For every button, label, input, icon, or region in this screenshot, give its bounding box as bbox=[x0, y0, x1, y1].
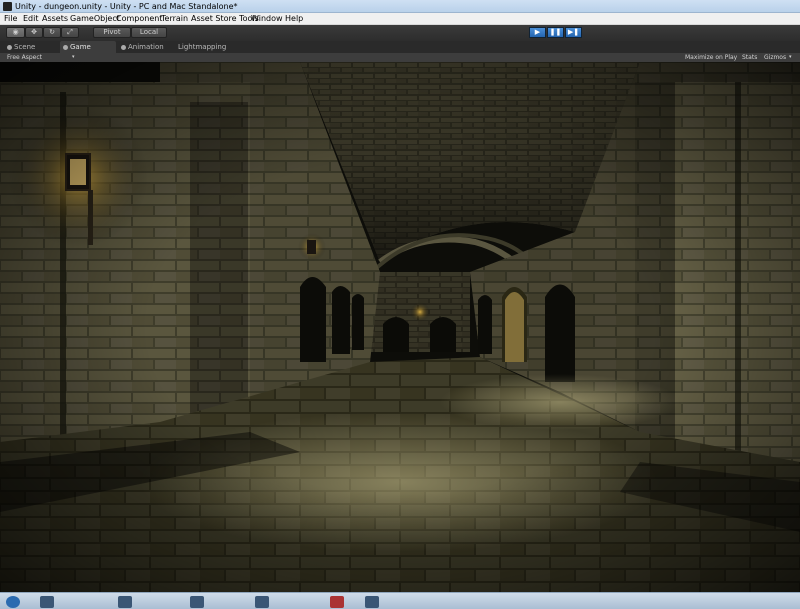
tab-scene-label: Scene bbox=[14, 43, 36, 51]
os-taskbar bbox=[0, 592, 800, 609]
taskbar-app-icon[interactable] bbox=[330, 596, 344, 608]
stats-toggle[interactable]: Stats bbox=[742, 53, 757, 62]
taskbar-app-icon[interactable] bbox=[40, 596, 54, 608]
tab-scene[interactable]: Scene bbox=[4, 41, 38, 53]
taskbar-app-icon[interactable] bbox=[255, 596, 269, 608]
move-icon: ✥ bbox=[31, 28, 37, 36]
game-view-control-bar: Free Aspect ▾ Maximize on Play Stats Giz… bbox=[0, 53, 800, 62]
tab-animation-label: Animation bbox=[128, 43, 164, 51]
unity-app-icon bbox=[3, 2, 12, 11]
rotate-tool-button[interactable]: ↻ bbox=[43, 27, 61, 38]
menu-terrain[interactable]: Terrain bbox=[160, 13, 189, 25]
window-title: Unity - dungeon.unity - Unity - PC and M… bbox=[15, 2, 238, 11]
tab-game-label: Game bbox=[70, 43, 91, 51]
scene-icon bbox=[7, 44, 12, 50]
scale-icon: ⤢ bbox=[67, 28, 73, 36]
local-toggle-button[interactable]: Local bbox=[131, 27, 167, 38]
pivot-toggle-button[interactable]: Pivot bbox=[93, 27, 131, 38]
local-label: Local bbox=[139, 28, 159, 36]
animation-icon bbox=[121, 44, 126, 50]
rotate-icon: ↻ bbox=[49, 28, 55, 36]
menu-gameobject[interactable]: GameObject bbox=[69, 13, 121, 25]
game-icon bbox=[63, 44, 68, 50]
maximize-on-play-toggle[interactable]: Maximize on Play bbox=[685, 53, 737, 62]
gizmos-dropdown[interactable]: Gizmos bbox=[764, 53, 786, 62]
menu-edit[interactable]: Edit bbox=[22, 13, 40, 25]
tab-lightmapping[interactable]: Lightmapping bbox=[175, 41, 229, 53]
window-title-bar: Unity - dungeon.unity - Unity - PC and M… bbox=[0, 0, 800, 13]
menu-help[interactable]: Help bbox=[284, 13, 304, 25]
menu-bar: File Edit Assets GameObject Component Te… bbox=[0, 13, 800, 25]
pause-icon: ❚❚ bbox=[549, 28, 562, 36]
tab-animation[interactable]: Animation bbox=[118, 41, 167, 53]
aspect-dropdown[interactable]: Free Aspect bbox=[7, 53, 42, 62]
view-tool-button[interactable]: ◉ bbox=[6, 27, 25, 38]
menu-component[interactable]: Component bbox=[115, 13, 163, 25]
taskbar-app-icon[interactable] bbox=[365, 596, 379, 608]
move-tool-button[interactable]: ✥ bbox=[25, 27, 43, 38]
tab-lightmapping-label: Lightmapping bbox=[178, 43, 227, 51]
play-button[interactable]: ▶ bbox=[529, 27, 546, 38]
taskbar-app-icon[interactable] bbox=[118, 596, 132, 608]
eye-icon: ◉ bbox=[12, 28, 19, 36]
start-button-icon[interactable] bbox=[6, 596, 20, 608]
dungeon-scene-image bbox=[0, 62, 800, 592]
play-icon: ▶ bbox=[534, 28, 541, 36]
menu-assets[interactable]: Assets bbox=[41, 13, 69, 25]
menu-window[interactable]: Window bbox=[250, 13, 284, 25]
pause-button[interactable]: ❚❚ bbox=[547, 27, 564, 38]
game-viewport[interactable] bbox=[0, 62, 800, 592]
taskbar-app-icon[interactable] bbox=[190, 596, 204, 608]
scale-tool-button[interactable]: ⤢ bbox=[61, 27, 79, 38]
menu-file[interactable]: File bbox=[3, 13, 18, 25]
step-button[interactable]: ▶❚ bbox=[565, 27, 582, 38]
chevron-down-icon: ▾ bbox=[72, 54, 75, 60]
step-icon: ▶❚ bbox=[567, 28, 580, 36]
pivot-label: Pivot bbox=[103, 28, 121, 36]
main-toolbar: ◉ ✥ ↻ ⤢ Pivot Local ▶ ❚❚ ▶❚ bbox=[0, 25, 800, 41]
tab-game[interactable]: Game bbox=[60, 41, 116, 53]
view-tab-bar: Scene Game Animation Lightmapping bbox=[0, 41, 800, 53]
gizmos-chevron-icon: ▾ bbox=[789, 54, 792, 60]
